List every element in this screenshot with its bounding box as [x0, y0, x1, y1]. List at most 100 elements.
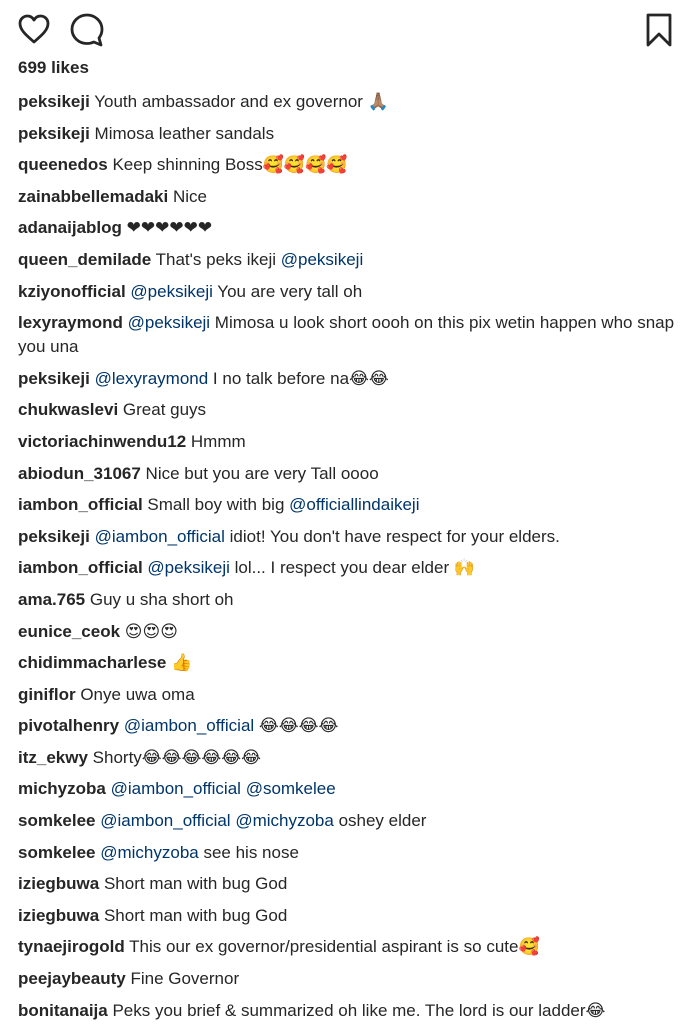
comment-item: abiodun_31067 Nice but you are very Tall… [18, 462, 678, 486]
comment-text: oshey elder [333, 811, 427, 831]
comment-username[interactable]: somkelee [18, 811, 96, 830]
comment-mention-link[interactable]: @iambon_official [95, 527, 225, 546]
comment-mentions: @peksikeji [126, 282, 212, 301]
comment-item: giniflor Onye uwa oma [18, 683, 678, 707]
comment-text: Fine Governor [125, 969, 240, 989]
comment-text: That's peks ikeji [151, 249, 281, 269]
comment-item: tynaejirogold This our ex governor/presi… [18, 935, 678, 959]
comment-username[interactable]: bonitanaija [18, 1001, 108, 1020]
comment-text: Shorty😂😂😂😂😂😂 [87, 747, 261, 767]
comment-username[interactable]: giniflor [18, 685, 76, 704]
comment-username[interactable]: iambon_official [18, 495, 143, 514]
comment-text: ❤❤❤❤❤❤ [121, 218, 213, 238]
comment-username[interactable]: chukwaslevi [18, 400, 118, 419]
comment-username[interactable]: tynaejirogold [18, 937, 125, 956]
comment-text: see his nose [198, 842, 299, 862]
comment-text: 👍 [166, 653, 193, 673]
comment-item: iambon_official Small boy with big @offi… [18, 493, 678, 517]
comment-mentions: @peksikeji [143, 558, 229, 577]
comment-text: Great guys [118, 400, 207, 420]
comment-text: Keep shinning Boss🥰🥰🥰🥰 [107, 155, 348, 175]
comment-text: Nice but you are very Tall oooo [140, 463, 379, 483]
comment-text: I no talk before na😂😂 [208, 368, 389, 388]
post-action-bar [0, 0, 691, 56]
comment-username[interactable]: victoriachinwendu12 [18, 432, 186, 451]
comment-username[interactable]: queenedos [18, 155, 108, 174]
comment-bubble-icon[interactable] [69, 12, 105, 48]
comment-username[interactable]: somkelee [18, 843, 96, 862]
comment-text: Small boy with big [142, 495, 290, 515]
comment-item: lexyraymond @peksikeji Mimosa u look sho… [18, 311, 678, 359]
comment-username[interactable]: peksikeji [18, 124, 90, 143]
comment-username[interactable]: zainabbellemadaki [18, 187, 168, 206]
comment-text: Youth ambassador and ex governor 🙏🏽 [89, 92, 389, 111]
comment-mention-link[interactable]: @iambon_official [100, 811, 230, 830]
comment-text: You are very tall oh [212, 281, 363, 301]
comment-mention-link[interactable]: @lexyraymond [95, 369, 209, 388]
comment-item: pivotalhenry @iambon_official 😂😂😂😂 [18, 714, 678, 738]
comment-mention-link[interactable]: @somkelee [246, 779, 336, 798]
comment-mentions: @lexyraymond [90, 369, 209, 388]
comment-username[interactable]: kziyonofficial [18, 282, 126, 301]
comment-item: adanaijablog ❤❤❤❤❤❤ [18, 216, 678, 240]
comment-text: Nice [168, 186, 207, 206]
comment-username[interactable]: eunice_ceok [18, 622, 120, 641]
comment-mention-link[interactable]: @peksikeji [128, 313, 210, 332]
comment-item: chukwaslevi Great guys [18, 398, 678, 422]
comment-text: Guy u sha short oh [85, 589, 234, 609]
comment-mentions: @michyzoba [96, 843, 199, 862]
comment-username[interactable]: adanaijablog [18, 218, 122, 237]
comment-mention-link[interactable]: @michyzoba [100, 843, 199, 862]
comment-username[interactable]: peksikeji [18, 92, 90, 111]
comment-mentions: @peksikeji [281, 250, 363, 269]
comment-username[interactable]: chidimmacharlese [18, 653, 166, 672]
comment-item: michyzoba @iambon_official @somkelee [18, 777, 678, 801]
comment-item: zainabbellemadaki Nice [18, 185, 678, 209]
comment-item: victoriachinwendu12 Hmmm [18, 430, 678, 454]
comment-mention-link[interactable]: @peksikeji [147, 558, 229, 577]
comment-item: itz_ekwy Shorty😂😂😂😂😂😂 [18, 746, 678, 770]
comment-item: queen_demilade That's peks ikeji @peksik… [18, 248, 678, 272]
comment-text: lol... I respect you dear elder 🙌 [229, 558, 475, 578]
comment-mention-link[interactable]: @iambon_official [124, 716, 254, 735]
comment-username[interactable]: peksikeji [18, 527, 90, 546]
comment-username[interactable]: abiodun_31067 [18, 464, 141, 483]
comment-item: iziegbuwa Short man with bug God [18, 872, 678, 896]
comment-mention-link[interactable]: @officiallindaikeji [289, 495, 419, 514]
comment-item: eunice_ceok 😍😍😍 [18, 620, 678, 644]
comment-item: peksikeji Mimosa leather sandals [18, 122, 678, 146]
comment-username[interactable]: pivotalhenry [18, 716, 119, 735]
comment-username[interactable]: itz_ekwy [18, 748, 88, 767]
comment-text: Onye uwa oma [75, 684, 195, 704]
comment-item: kziyonofficial @peksikeji You are very t… [18, 280, 678, 304]
comment-username[interactable]: michyzoba [18, 779, 106, 798]
comment-mention-link[interactable]: @peksikeji [281, 250, 363, 269]
comment-mention-link[interactable]: @michyzoba [235, 811, 334, 830]
comment-mentions: @iambon_official @somkelee [106, 779, 336, 798]
comment-item: iziegbuwa Short man with bug God [18, 904, 678, 928]
comment-username[interactable]: ama.765 [18, 590, 85, 609]
comment-mentions: @officiallindaikeji [289, 495, 419, 514]
likes-count[interactable]: 699 likes [18, 57, 89, 79]
comment-text: Peks you brief & summarized oh like me. … [107, 1000, 606, 1020]
bookmark-icon[interactable] [645, 12, 673, 48]
comment-text: idiot! You don't have respect for your e… [224, 526, 560, 546]
comment-text: Short man with bug God [99, 905, 288, 925]
comment-text: 😂😂😂😂 [254, 716, 339, 736]
comment-username[interactable]: peejaybeauty [18, 969, 126, 988]
comment-text: 😍😍😍 [120, 621, 178, 641]
comment-mention-link[interactable]: @iambon_official [111, 779, 241, 798]
comment-item: somkelee @michyzoba see his nose [18, 841, 678, 865]
comment-username[interactable]: iziegbuwa [18, 874, 99, 893]
comment-item: peejaybeauty Fine Governor [18, 967, 678, 991]
comment-username[interactable]: queen_demilade [18, 250, 151, 269]
comment-username[interactable]: peksikeji [18, 369, 90, 388]
comment-mention-link[interactable]: @peksikeji [130, 282, 212, 301]
comment-username[interactable]: iambon_official [18, 558, 143, 577]
comment-item: queenedos Keep shinning Boss🥰🥰🥰🥰 [18, 153, 678, 177]
comment-username[interactable]: lexyraymond [18, 313, 123, 332]
comment-username[interactable]: iziegbuwa [18, 906, 99, 925]
comment-item: somkelee @iambon_official @michyzoba osh… [18, 809, 678, 833]
comment-item: peksikeji Youth ambassador and ex govern… [18, 90, 678, 114]
heart-icon[interactable] [17, 12, 51, 46]
